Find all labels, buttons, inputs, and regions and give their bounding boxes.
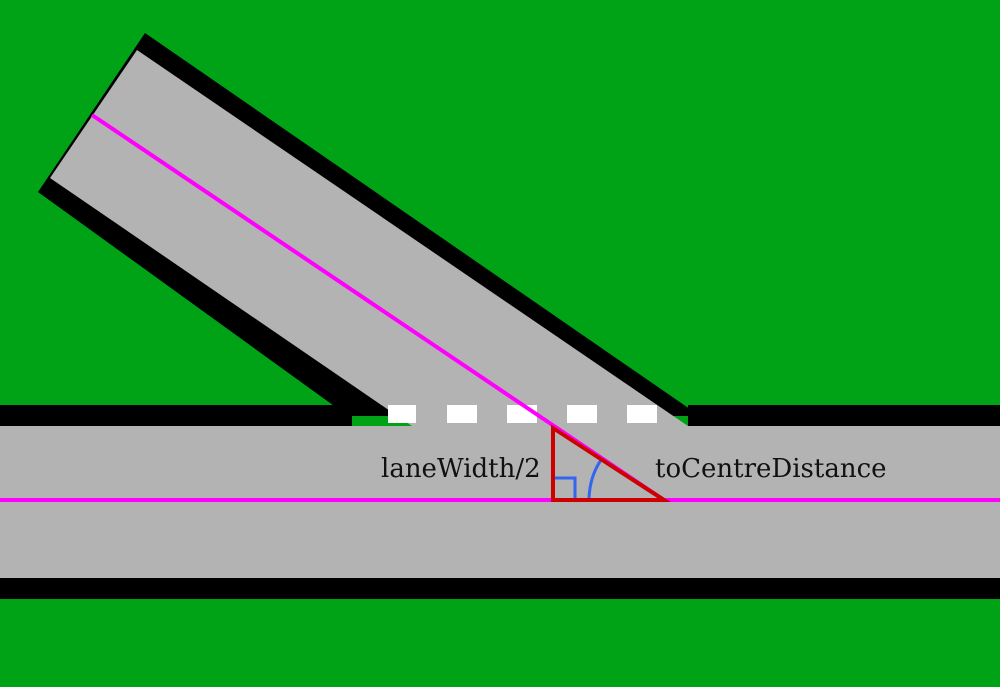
main-road-top-kerb-left	[0, 405, 352, 426]
main-road-bottom-kerb	[0, 578, 1000, 599]
dash-marking	[567, 405, 597, 423]
main-road-top-kerb-right	[688, 405, 1000, 426]
theta-label: θ	[601, 0, 613, 5]
dash-marking	[388, 405, 416, 423]
lane-width-half-label: laneWidth/2	[381, 454, 541, 484]
dash-marking	[507, 405, 537, 423]
dash-marking	[627, 405, 657, 423]
to-centre-distance-label: toCentreDistance	[655, 454, 887, 484]
junction-diagram: laneWidth/2 toCentreDistance θ	[0, 0, 1000, 687]
dash-marking	[447, 405, 477, 423]
diagram-canvas: laneWidth/2 toCentreDistance θ	[0, 0, 1000, 687]
